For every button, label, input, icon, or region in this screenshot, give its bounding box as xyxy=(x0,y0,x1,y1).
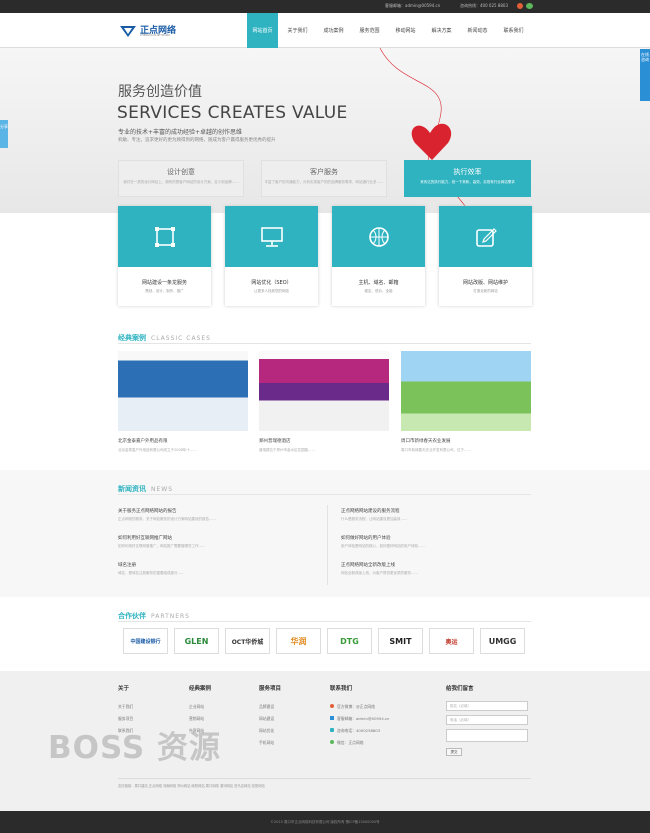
monitor-icon xyxy=(260,226,283,247)
hero-title-cn: 服务创造价值 xyxy=(118,84,202,100)
partner-logo-umgg[interactable]: UMGG xyxy=(480,628,525,654)
case-item[interactable]: 北京金泰嘉户外用品有限 北京金泰嘉户外用品有限公司成立于2008年十…… xyxy=(118,351,248,461)
footer-col-title: 经典案例 xyxy=(189,686,212,692)
partner-logo-olympic[interactable]: 奥运 xyxy=(429,628,474,654)
contact-email[interactable]: 客服邮箱：admin@00594.cn xyxy=(337,716,389,722)
tab-design[interactable]: 设计创意 我们在一类的设计网站上，拥有的是客户网站的设计方案，定义到品牌…… xyxy=(118,160,244,197)
nav-mobile[interactable]: 移动网站 xyxy=(390,13,421,48)
partner-logo-oct[interactable]: OCT华侨城 xyxy=(225,628,270,654)
service-card-hosting[interactable]: 主机、域名、邮箱 稳定、低价、全能 xyxy=(332,206,425,306)
footer-link[interactable]: 关于我们 xyxy=(118,704,133,710)
wechat-icon xyxy=(330,740,334,744)
news-section xyxy=(0,470,650,597)
partner-logo-huarun[interactable]: 华润 xyxy=(276,628,321,654)
news-item[interactable]: 如何做好网站的用户体验 用户体验是网站的核心，如何做好网站的用户体验…… xyxy=(341,535,531,549)
hero-subtitle: 专业的技术+丰富的成功经验+卓越的创作思维 xyxy=(118,129,243,136)
phone-input[interactable]: 电话（必填） xyxy=(446,715,528,725)
top-bar: 客服邮箱：admin@00594.cn 咨询热线：400 025 8803 xyxy=(0,0,650,13)
divider xyxy=(327,505,328,585)
contact-phone: 咨询电话：4000258803 xyxy=(337,728,381,733)
nav-solutions[interactable]: 解决方案 xyxy=(426,13,457,48)
copyright-text: ©2015 周口市正点网络科技有限公司 版权所有 豫ICP备15000000号 xyxy=(270,820,380,824)
mail-icon xyxy=(330,716,334,720)
crop-icon xyxy=(154,226,175,247)
nav-news[interactable]: 新闻动态 xyxy=(462,13,493,48)
footer-link[interactable]: 企业网站 xyxy=(189,704,204,710)
nav-contact[interactable]: 联系我们 xyxy=(498,13,529,48)
divider xyxy=(118,343,531,344)
news-item[interactable]: 如何利用好互联网推广网站 如何利用好互联网做推广，网站推广需要做哪些工作…… xyxy=(118,535,318,549)
case-thumbnail xyxy=(401,351,531,431)
online-consult-button[interactable]: 在线咨询 xyxy=(640,49,650,101)
hero-description: 机敏、专注，追求更好的更为顾得到的网络，随成为客户赢得服务更优秀的提升 xyxy=(118,138,276,143)
footer-link[interactable]: 品牌建设 xyxy=(259,704,274,710)
phone-text: 咨询热线：400 025 8803 xyxy=(460,3,508,8)
partner-logo-glen[interactable]: GLEN xyxy=(174,628,219,654)
service-card-seo[interactable]: 网站优化（SEO） 让更多人找到您的网站 xyxy=(225,206,318,306)
submit-button[interactable]: 提交 xyxy=(446,748,462,756)
cases-heading: 经典案例 CLASSIC CASES xyxy=(118,334,211,342)
watermark-text: BOSS 资源 xyxy=(48,730,222,766)
service-card-website[interactable]: 网站建设一条龙服务 策划、设计、制作、推广 xyxy=(118,206,211,306)
nav-cases[interactable]: 成功案例 xyxy=(318,13,349,48)
nav-about[interactable]: 关于我们 xyxy=(282,13,313,48)
partner-logo-ccb[interactable]: 中国建设银行 xyxy=(123,628,168,654)
partners-heading: 合作伙伴 PARTNERS xyxy=(118,612,190,620)
name-input[interactable]: 姓名（必填） xyxy=(446,701,528,711)
divider xyxy=(118,621,531,622)
partner-logo-smit[interactable]: SMIT xyxy=(378,628,423,654)
case-thumbnail xyxy=(118,351,248,431)
case-item[interactable]: 郑州普瑞德酒店 普瑞德位于郑州市金水区花园路…… xyxy=(259,351,389,461)
news-item[interactable]: 关于服务正点网络网站的报告 正点网络的服务，关于网站服务的设计方案网站建设的报告…… xyxy=(118,508,318,522)
copyright-bar: ©2015 周口市正点网络科技有限公司 版权所有 豫ICP备15000000号 xyxy=(0,811,650,833)
divider xyxy=(118,494,531,495)
footer-link[interactable]: 网站优化 xyxy=(259,728,274,734)
tab-service[interactable]: 客户服务 丰富了客户的沟通能力，分析实现客户的的品牌服务需求，网站通行业多…… xyxy=(261,160,387,197)
tab-efficiency[interactable]: 执行效率 来传达的执行能力，统一下来和，高效，实现有行业网站需求 xyxy=(404,160,531,197)
weibo-icon[interactable] xyxy=(517,3,523,9)
phone-icon xyxy=(330,728,334,732)
diamond-logo-icon xyxy=(120,26,136,37)
contact-title: 联系我们 xyxy=(330,686,353,692)
news-item[interactable]: 正点网络网站全新改版上线 网站全新改版上线，为客户提供更优质的服务…… xyxy=(341,562,531,576)
news-item[interactable]: 正点网络网站建设的服务流程 什么是服务流程，让网站建设更加高效…… xyxy=(341,508,531,522)
friend-links[interactable]: 友情链接：周口建站 正点网络 河南网络 郑州网站 南阳网站 周口网络 漯河网站 … xyxy=(118,783,265,788)
footer-col-title: 服务项目 xyxy=(259,686,282,692)
email-text: 客服邮箱：admin@00594.cn xyxy=(385,3,441,8)
message-title: 给我们留言 xyxy=(446,686,474,692)
edit-icon xyxy=(475,227,497,247)
wechat-icon[interactable] xyxy=(526,3,533,9)
site-logo[interactable]: 正点网络 ZHENGDIAN NETWORK xyxy=(118,22,198,40)
nav-home[interactable]: 网站首页 xyxy=(247,13,278,48)
contact-weibo[interactable]: 官方微博：@正点网络 xyxy=(337,704,375,710)
hero-title-en: SERVICES CREATES VALUE xyxy=(117,103,348,123)
message-textarea[interactable] xyxy=(446,729,528,742)
case-thumbnail xyxy=(259,351,389,431)
partner-logo-dtg[interactable]: DTG xyxy=(327,628,372,654)
basketball-icon xyxy=(368,226,389,247)
contact-wechat: 微信：正点网络 xyxy=(337,740,364,745)
news-heading: 新闻资讯 NEWS xyxy=(118,485,174,493)
footer-link[interactable]: 网站建设 xyxy=(259,716,274,722)
share-button[interactable]: 分享 xyxy=(0,120,8,148)
news-item[interactable]: 域名注册 域名，是域名注册服务的重要组成部分…… xyxy=(118,562,318,576)
case-item[interactable]: 周口市新绿春天农业发展 周口市新绿春天农业开发有限公司，位于…… xyxy=(401,351,531,461)
weibo-icon xyxy=(330,704,334,708)
footer-col-title: 关于 xyxy=(118,686,130,692)
footer-link[interactable]: 手机网站 xyxy=(259,740,274,746)
nav-services[interactable]: 服务范围 xyxy=(354,13,385,48)
divider xyxy=(118,778,531,779)
service-card-maintenance[interactable]: 网站改版、网站维护 打造全新的网站 xyxy=(439,206,532,306)
